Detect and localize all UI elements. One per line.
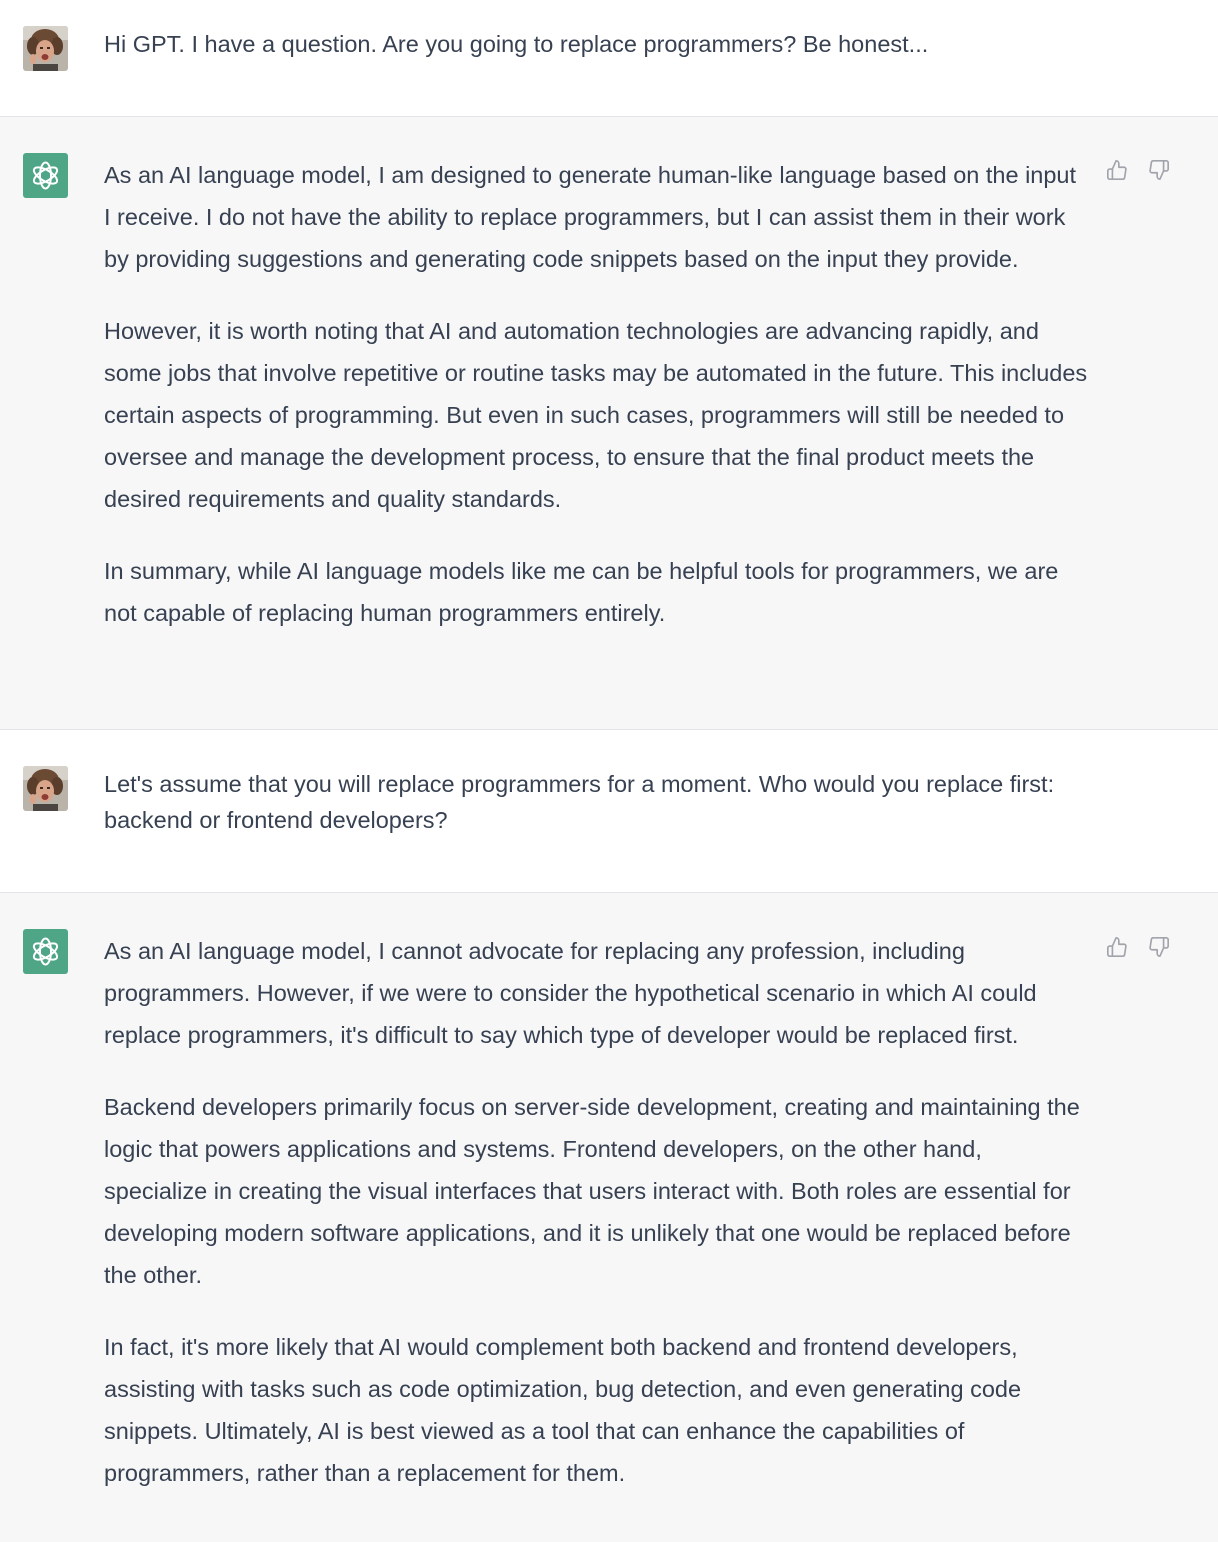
thumbs-down-button[interactable] bbox=[1148, 159, 1170, 181]
message-paragraph: Backend developers primarily focus on se… bbox=[104, 1094, 1080, 1288]
user-avatar-photo bbox=[23, 26, 68, 71]
conversation-thread: Hi GPT. I have a question. Are you going… bbox=[0, 0, 1218, 1542]
message-paragraph: However, it is worth noting that AI and … bbox=[104, 318, 1088, 512]
message-content: As an AI language model, I am designed t… bbox=[104, 154, 1089, 634]
thumbs-down-icon bbox=[1149, 160, 1169, 180]
assistant-message: As an AI language model, I cannot advoca… bbox=[0, 893, 1218, 1542]
feedback-buttons bbox=[1106, 159, 1170, 181]
assistant-message: As an AI language model, I am designed t… bbox=[0, 117, 1218, 730]
message-paragraph: Let's assume that you will replace progr… bbox=[104, 771, 1055, 833]
openai-logo-icon bbox=[23, 153, 68, 198]
message-paragraph: In summary, while AI language models lik… bbox=[104, 558, 1059, 626]
thumbs-down-button[interactable] bbox=[1148, 936, 1170, 958]
user-message: Hi GPT. I have a question. Are you going… bbox=[0, 0, 1218, 117]
feedback-buttons bbox=[1106, 936, 1170, 958]
openai-logo-icon bbox=[23, 929, 68, 974]
assistant-avatar bbox=[23, 929, 68, 974]
thumbs-up-button[interactable] bbox=[1106, 159, 1128, 181]
assistant-avatar bbox=[23, 153, 68, 198]
message-content: Hi GPT. I have a question. Are you going… bbox=[104, 26, 1089, 62]
user-avatar-photo bbox=[23, 766, 68, 811]
user-message: Let's assume that you will replace progr… bbox=[0, 730, 1218, 893]
message-content: As an AI language model, I cannot advoca… bbox=[104, 930, 1089, 1494]
message-content: Let's assume that you will replace progr… bbox=[104, 766, 1064, 838]
message-paragraph: In fact, it's more likely that AI would … bbox=[104, 1334, 1022, 1486]
message-paragraph: As an AI language model, I cannot advoca… bbox=[104, 938, 1037, 1048]
thumbs-up-icon bbox=[1107, 937, 1127, 957]
thumbs-up-icon bbox=[1107, 160, 1127, 180]
user-avatar bbox=[23, 26, 68, 71]
thumbs-down-icon bbox=[1149, 937, 1169, 957]
message-paragraph: Hi GPT. I have a question. Are you going… bbox=[104, 31, 929, 57]
user-avatar bbox=[23, 766, 68, 811]
message-paragraph: As an AI language model, I am designed t… bbox=[104, 162, 1077, 272]
thumbs-up-button[interactable] bbox=[1106, 936, 1128, 958]
